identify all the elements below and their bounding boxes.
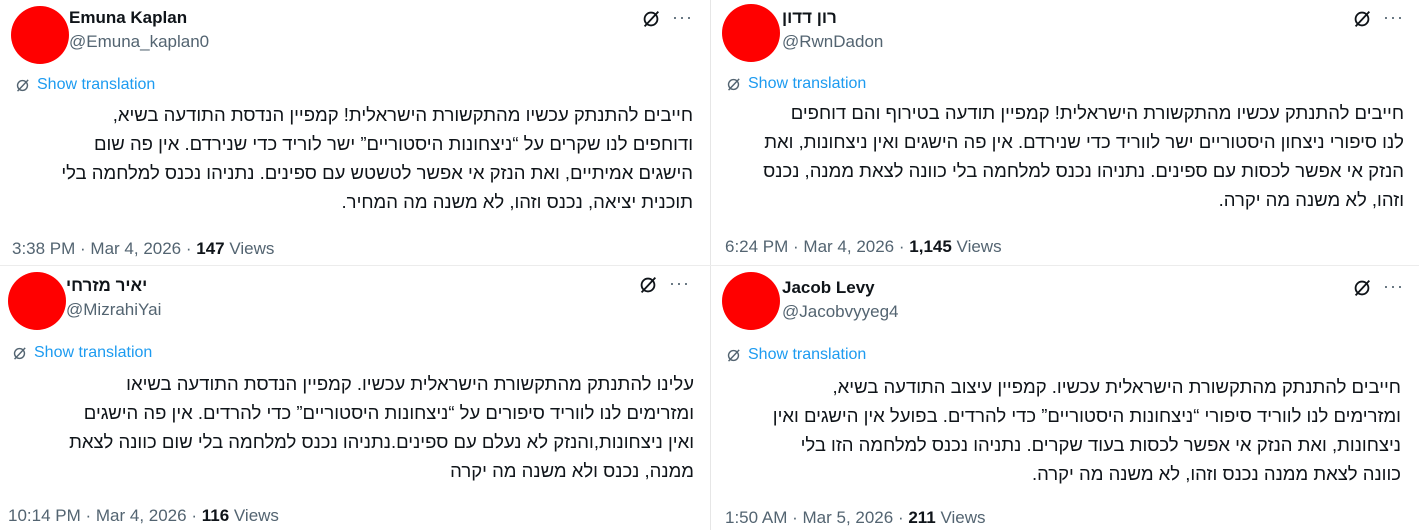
show-translation-label: Show translation <box>37 76 156 93</box>
views-count: 1,145 <box>909 237 952 256</box>
separator: · <box>788 237 804 256</box>
views-count: 147 <box>196 239 225 258</box>
translate-icon <box>727 77 740 91</box>
tweet-date[interactable]: Mar 4, 2026 <box>90 239 181 258</box>
tweet-date[interactable]: Mar 5, 2026 <box>802 508 893 527</box>
tweet-text-line: וזהו, לא משנה מה יקרה. <box>1218 189 1404 210</box>
author-handle[interactable]: @Jacobvyyeg4 <box>782 302 899 322</box>
tweet-text-line: לנו סיפורי ניצחון היסטוריים ישר לווריד כ… <box>764 131 1404 152</box>
tweet-text-line: ניצחונות, ואת הנזק אי אפשר לכסות בעוד שק… <box>800 434 1401 455</box>
author-name[interactable]: יאיר מזרחי <box>66 276 147 296</box>
author-name[interactable]: Emuna Kaplan <box>69 8 187 28</box>
avatar[interactable] <box>11 6 69 64</box>
tweet-text-line: ודוחפים לנו שקרים על “ניצחונות היסטוריים… <box>93 133 693 154</box>
translate-icon <box>13 346 26 360</box>
tweet-text: חייבים להתנתק מהתקשורת הישראלית עכשיו. ק… <box>711 372 1401 488</box>
tweet-time[interactable]: 3:38 PM <box>12 239 75 258</box>
tweet-text-line: ממנה, נכנס ולא משנה מה יקרה <box>450 460 694 481</box>
author-handle[interactable]: @MizrahiYai <box>66 300 161 320</box>
grok-icon[interactable] <box>637 274 659 296</box>
author-handle[interactable]: @Emuna_kaplan0 <box>69 32 209 52</box>
tweet-text-line: ומזרימים לנו לווריד סיפורי “ניצחונות היס… <box>772 405 1401 426</box>
avatar[interactable] <box>8 272 66 330</box>
tweet-date[interactable]: Mar 4, 2026 <box>803 237 894 256</box>
tweet-card[interactable]: Jacob Levy @Jacobvyyeg4 ··· Show transla… <box>711 266 1419 530</box>
tweet-text-line: תוכנית יציאה, נכנס וזהו, לא משנה מה המחי… <box>341 191 693 212</box>
tweet-meta: 6:24 PM · Mar 4, 2026 · 1,145 Views <box>725 237 1002 257</box>
author-name[interactable]: Jacob Levy <box>782 278 875 298</box>
show-translation-label: Show translation <box>748 75 867 92</box>
avatar[interactable] <box>722 4 780 62</box>
tweet-card[interactable]: Emuna Kaplan @Emuna_kaplan0 ··· Show tra… <box>0 0 710 265</box>
author-name[interactable]: רון דדון <box>782 8 837 28</box>
tweet-card[interactable]: יאיר מזרחי @MizrahiYai ··· Show translat… <box>0 266 710 530</box>
separator: · <box>186 506 202 525</box>
tweet-text-line: חייבים להתנתק עכשיו מהתקשורת הישראלית! ק… <box>112 104 693 125</box>
tweet-time[interactable]: 10:14 PM <box>8 506 81 525</box>
author-handle[interactable]: @RwnDadon <box>782 32 883 52</box>
show-translation-link[interactable]: Show translation <box>11 344 152 362</box>
more-icon[interactable]: ··· <box>1383 277 1404 295</box>
tweet-text: חייבים להתנתק עכשיו מהתקשורת הישראלית! ק… <box>714 98 1404 214</box>
more-icon[interactable]: ··· <box>669 274 690 292</box>
separator: · <box>181 239 197 258</box>
tweet-meta: 1:50 AM · Mar 5, 2026 · 211 Views <box>725 508 986 528</box>
tweet-text-line: כוונה לצאת ממנה נכנס וזהו, לא משנה מה יק… <box>1031 463 1401 484</box>
tweet-text-line: ואין ניצחונות,והנזק לא נעלם עם ספינים.נת… <box>69 431 694 452</box>
avatar[interactable] <box>722 272 780 330</box>
tweet-text-line: עלינו להתנתק מהתקשורת הישראלית עכשיו. קמ… <box>126 373 694 394</box>
tweet-text-line: הנזק אי אפשר לכסות עם ספינים. נתניהו נכנ… <box>763 160 1404 181</box>
show-translation-link[interactable]: Show translation <box>725 75 866 93</box>
tweet-text: עלינו להתנתק מהתקשורת הישראלית עכשיו. קמ… <box>4 369 694 485</box>
grok-icon[interactable] <box>640 8 662 30</box>
more-icon[interactable]: ··· <box>1383 8 1404 26</box>
tweet-text-line: חייבים להתנתק עכשיו מהתקשורת הישראלית! ק… <box>790 102 1404 123</box>
views-count: 211 <box>908 508 936 527</box>
tweet-card[interactable]: רון דדון @RwnDadon ··· Show translation … <box>711 0 1419 265</box>
show-translation-link[interactable]: Show translation <box>725 346 866 364</box>
show-translation-label: Show translation <box>748 346 867 363</box>
views-label: Views <box>956 237 1002 256</box>
separator: · <box>787 508 803 527</box>
tweet-time[interactable]: 1:50 AM <box>725 508 787 527</box>
more-icon[interactable]: ··· <box>672 8 693 26</box>
tweet-text-line: הישגים אמיתיים, ואת הנזק אי אפשר לטשטש ע… <box>61 162 693 183</box>
tweet-meta: 10:14 PM · Mar 4, 2026 · 116 Views <box>8 506 279 526</box>
translate-icon <box>16 78 29 92</box>
tweet-text-line: ומזרימים לנו לווריד סיפורים על “ניצחונות… <box>83 402 694 423</box>
tweet-text-line: חייבים להתנתק מהתקשורת הישראלית עכשיו. ק… <box>832 376 1401 397</box>
views-count: 116 <box>201 506 230 525</box>
translate-icon <box>727 348 740 362</box>
separator: · <box>894 237 910 256</box>
separator: · <box>80 506 96 525</box>
views-label: Views <box>940 508 986 527</box>
tweet-date[interactable]: Mar 4, 2026 <box>96 506 187 525</box>
grok-icon[interactable] <box>1351 8 1373 30</box>
grok-icon[interactable] <box>1351 277 1373 299</box>
tweet-time[interactable]: 6:24 PM <box>725 237 788 256</box>
show-translation-label: Show translation <box>34 344 153 361</box>
tweet-text: חייבים להתנתק עכשיו מהתקשורת הישראלית! ק… <box>3 100 693 216</box>
show-translation-link[interactable]: Show translation <box>14 76 155 94</box>
views-label: Views <box>233 506 279 525</box>
separator: · <box>75 239 91 258</box>
views-label: Views <box>229 239 275 258</box>
separator: · <box>893 508 909 527</box>
tweet-meta: 3:38 PM · Mar 4, 2026 · 147 Views <box>12 239 274 259</box>
